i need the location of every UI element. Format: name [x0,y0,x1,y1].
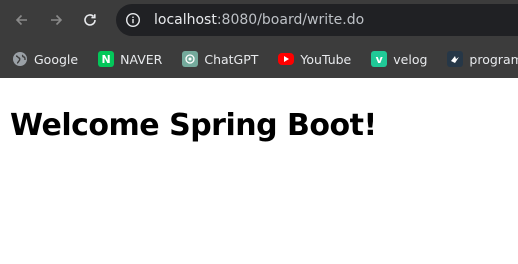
bookmark-label: Google [34,51,79,67]
browser-toolbar: localhost:8080/board/write.do [0,0,518,40]
bookmark-label: NAVER [120,51,163,67]
back-button[interactable] [10,8,34,32]
velog-icon: v [371,51,388,67]
bookmarks-bar: Google N NAVER ChatGPT YouTube v velog p… [0,40,518,78]
bookmark-label: ChatGPT [204,51,259,67]
bookmark-youtube[interactable]: YouTube [278,52,351,67]
url-host: localhost [154,12,217,28]
site-info-icon[interactable] [125,12,141,28]
bookmark-google[interactable]: Google [12,51,78,67]
programmers-icon [447,51,464,67]
page-heading: Welcome Spring Boot! [10,108,377,143]
page-content: Welcome Spring Boot! [0,78,518,173]
browser-chrome: localhost:8080/board/write.do Google N N… [0,0,518,78]
bookmark-label: velog [393,51,428,67]
chatgpt-icon [182,51,199,67]
back-arrow-icon [15,14,27,26]
globe-icon [12,51,28,67]
address-bar[interactable]: localhost:8080/board/write.do [116,4,518,36]
forward-button[interactable] [44,8,68,32]
bookmark-label: programmers [469,51,518,67]
reload-button[interactable] [78,8,102,32]
bookmark-programmers[interactable]: programmers [447,51,518,67]
url-path: :8080/board/write.do [216,12,365,28]
url-text: localhost:8080/board/write.do [154,12,364,28]
forward-arrow-icon [51,14,63,26]
youtube-icon [278,53,295,65]
bookmark-label: YouTube [300,51,352,67]
naver-icon: N [98,51,115,67]
bookmark-velog[interactable]: v velog [371,51,427,67]
reload-icon [84,14,96,26]
bookmark-naver[interactable]: N NAVER [98,51,162,67]
bookmark-chatgpt[interactable]: ChatGPT [182,51,258,67]
